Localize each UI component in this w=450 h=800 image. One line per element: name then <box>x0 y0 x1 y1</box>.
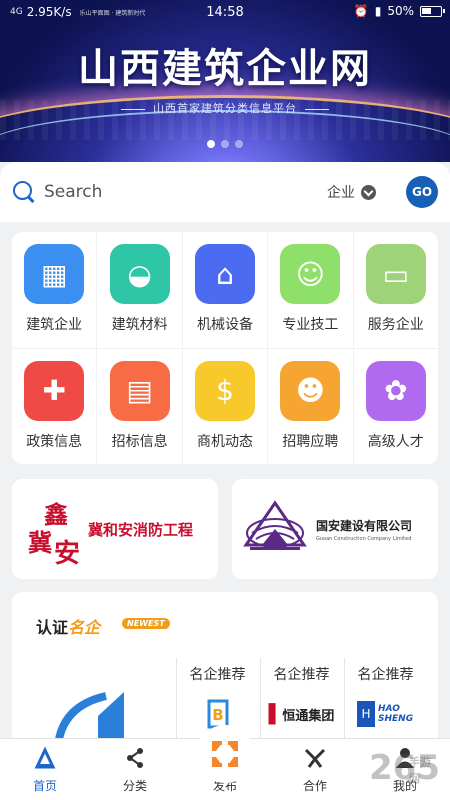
tab-publish[interactable]: 发布 <box>180 725 270 800</box>
battery-icon <box>420 5 445 17</box>
rec-logo-text: 恒通集团 <box>282 708 335 724</box>
battery-percent: 50% <box>387 4 414 18</box>
category-item[interactable]: ✚ 政策信息 <box>12 348 97 464</box>
lightbulb-dollar-icon: $ <box>194 360 255 421</box>
logo-char: 冀 <box>28 528 52 557</box>
banner-subtitle: 山西首家建筑分类信息平台 <box>0 100 450 116</box>
policy-book-icon: ✚ <box>24 360 85 421</box>
category-item[interactable]: ⌂ 机械设备 <box>182 232 268 348</box>
category-label: 招聘应聘 <box>282 433 339 450</box>
tab-label: 合作 <box>302 779 327 793</box>
tab-label: 分类 <box>122 779 147 793</box>
section-title-b: 名企 <box>68 618 101 637</box>
category-label: 服务企业 <box>367 317 424 333</box>
jiheian-logo-icon: 鑫 冀 安 <box>26 489 82 569</box>
tab-cooperation[interactable]: 合作 <box>270 739 360 800</box>
newest-badge: NEWEST <box>122 618 170 629</box>
ad-banner-jiheian[interactable]: 鑫 冀 安 冀和安消防工程 <box>12 479 218 579</box>
category-item[interactable]: ▦ 建筑企业 <box>12 232 97 348</box>
section-title-a: 认证 <box>36 618 69 637</box>
section-title: 认证名企 <box>36 614 100 638</box>
tab-home[interactable]: 首页 <box>0 739 90 800</box>
category-item[interactable]: ☻ 招聘应聘 <box>268 348 353 464</box>
recommend-label: 名企推荐 <box>273 667 330 683</box>
ad-left-text: 冀和安消防工程 <box>88 520 194 539</box>
chevron-down-icon <box>361 184 376 200</box>
worker-icon: ☺ <box>280 244 341 304</box>
search-scope-label: 企业 <box>327 185 355 201</box>
signal-icon: ▮ <box>374 4 382 18</box>
category-item[interactable]: ▭ 服务企业 <box>353 232 438 348</box>
category-label: 机械设备 <box>196 317 253 333</box>
category-item[interactable]: ☺ 专业技工 <box>268 232 353 348</box>
category-label: 专业技工 <box>282 317 339 333</box>
tab-category[interactable]: 分类 <box>90 739 180 800</box>
ad-banner-guoan[interactable]: 国安建设有限公司 Guoan Construction Company Limi… <box>232 479 438 579</box>
cooperation-icon <box>302 745 328 771</box>
banner-title: 山西建筑企业网 <box>78 45 372 92</box>
category-item[interactable]: ◒ 建筑材料 <box>97 232 182 348</box>
bucket-icon: ◒ <box>109 244 170 304</box>
guoan-logo-icon <box>243 500 307 550</box>
category-label: 招标信息 <box>111 433 168 450</box>
category-label: 商机动态 <box>196 433 253 450</box>
hengtong-logo-icon: ▌ 恒通集团 <box>268 703 335 725</box>
category-item[interactable]: ▤ 招标信息 <box>97 348 182 464</box>
search-icon[interactable] <box>12 180 36 204</box>
category-label: 建筑企业 <box>26 317 83 333</box>
home-icon <box>32 745 58 771</box>
category-label: 高级人才 <box>367 433 424 450</box>
recommend-label: 名企推荐 <box>189 667 246 683</box>
category-icon <box>122 745 148 771</box>
watermark: 265 手游网 <box>369 748 440 788</box>
search-scope-dropdown[interactable]: 企业 <box>327 182 376 202</box>
carousel-dots[interactable] <box>0 140 450 148</box>
box-icon: ▤ <box>109 360 170 421</box>
search-bar: 企业 GO <box>0 162 450 222</box>
go-button[interactable]: GO <box>406 176 438 208</box>
carousel-dot[interactable] <box>207 140 215 148</box>
category-item[interactable]: ✿ 高级人才 <box>353 348 438 464</box>
recommend-label: 名企推荐 <box>357 667 414 683</box>
category-label: 政策信息 <box>26 433 83 450</box>
carousel-dot[interactable] <box>235 140 243 148</box>
watermark-sub: 手游网 <box>409 756 432 785</box>
briefcase-icon: ▭ <box>365 244 426 304</box>
search-input[interactable] <box>44 182 274 202</box>
haosheng-logo-icon: H HAO SHENG <box>357 698 414 730</box>
carousel-dot[interactable] <box>221 140 229 148</box>
crane-icon: ⌂ <box>194 244 255 304</box>
publish-icon <box>196 725 254 783</box>
category-grid: ▦ 建筑企业 ◒ 建筑材料 ⌂ 机械设备 ☺ 专业技工 ▭ 服务企业 ✚ 政策信息 ▤ 招标信息 $ 商机动态… <box>12 232 438 464</box>
svg-text:B: B <box>212 706 223 724</box>
logo-char: 安 <box>54 539 81 569</box>
rec-logo-text: HAO SHENG <box>378 704 414 724</box>
banner[interactable]: 4G 2.95K/s 乐山平面图 · 建筑新时代 14:58 ⏰ ▮ 50% 山… <box>0 0 450 162</box>
medal-icon: ✿ <box>365 360 426 421</box>
category-item[interactable]: $ 商机动态 <box>182 348 268 464</box>
category-label: 建筑材料 <box>111 317 168 333</box>
badge-icon: ☻ <box>280 360 341 421</box>
ad-right-name: 国安建设有限公司 <box>316 518 413 533</box>
status-bar: 4G 2.95K/s 乐山平面图 · 建筑新时代 14:58 ⏰ ▮ 50% <box>0 0 450 24</box>
alarm-icon: ⏰ <box>353 4 369 18</box>
building-icon: ▦ <box>24 244 85 304</box>
tab-label: 首页 <box>32 779 57 793</box>
ad-right-english: Guoan Construction Company Limited <box>316 535 412 542</box>
